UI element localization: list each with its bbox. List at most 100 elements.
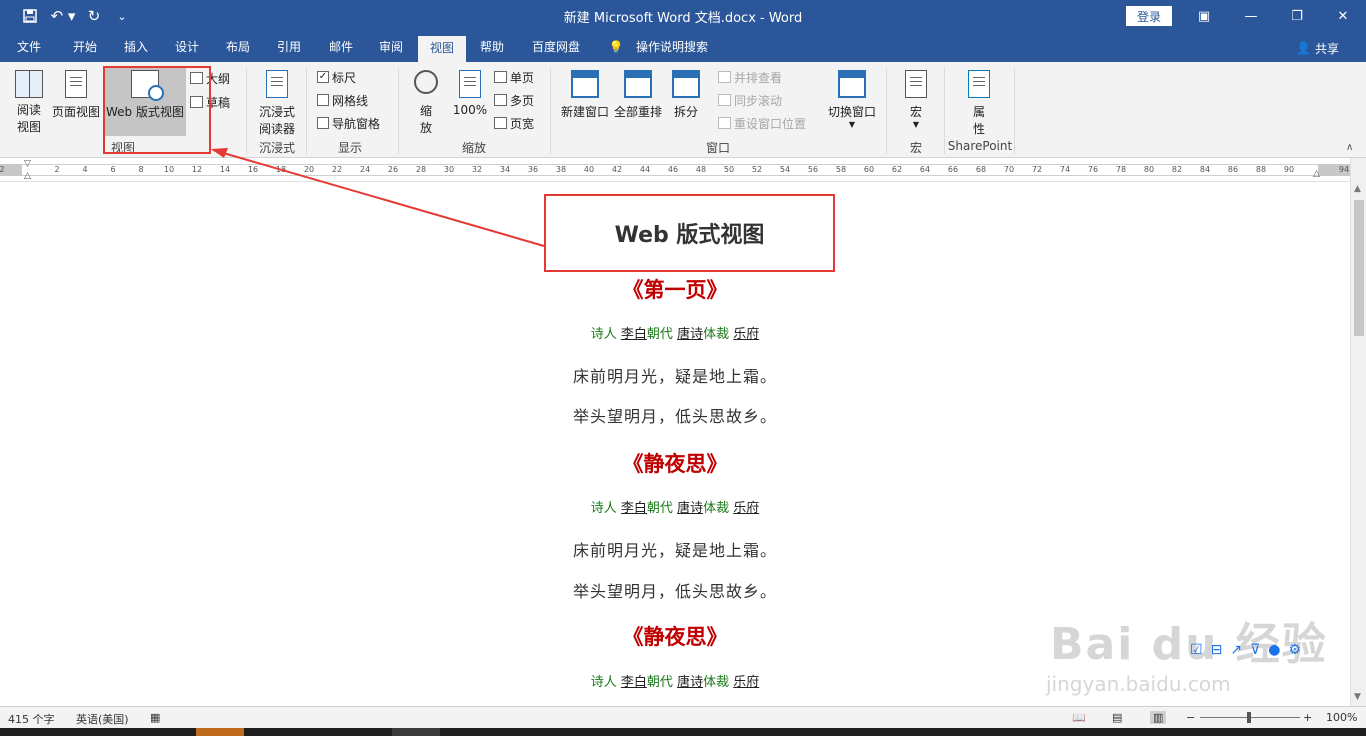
split-button[interactable]: 拆分 — [668, 70, 704, 120]
group-label-show: 显示 — [337, 141, 362, 155]
arrange-all-button[interactable]: 全部重排 — [612, 70, 664, 120]
poem-meta: 诗人 李白朝代 唐诗体裁 乐府 — [590, 327, 760, 342]
new-window-button[interactable]: 新建窗口 — [558, 70, 612, 120]
collapse-ribbon-icon[interactable]: ∧ — [1346, 142, 1353, 153]
poem-line: 举头望明月，低头思故乡。 — [572, 582, 777, 601]
reset-window-icon — [718, 117, 731, 129]
undo-icon[interactable]: ↶ ▾ — [48, 6, 78, 26]
group-label-zoom: 缩放 — [461, 141, 486, 155]
tab-design[interactable]: 设计 — [166, 33, 208, 62]
tab-review[interactable]: 审阅 — [370, 33, 412, 62]
tell-me-search[interactable]: 操作说明搜索 — [630, 33, 714, 62]
view-side-by-side-button[interactable]: 并排查看 — [718, 68, 782, 86]
chevron-down-icon: ▼ — [848, 120, 856, 129]
scroll-up-icon[interactable]: ▲ — [1354, 184, 1361, 194]
login-button[interactable]: 登录 — [1126, 6, 1172, 26]
print-layout-button[interactable]: 页面视图 — [50, 70, 102, 120]
tab-view[interactable]: 视图 — [418, 36, 466, 62]
horizontal-ruler[interactable]: 2 2 4 6 8 10 12 14 16 18 20 22 24 26 28 30 32 34 36 38 40 42 4… — [0, 158, 1366, 182]
ruler-tick-label: 20 — [303, 165, 315, 174]
sharepoint-properties-icon — [968, 70, 990, 98]
ruler-tick-label: 8 — [138, 165, 144, 174]
print-layout-status-icon[interactable]: ▤ — [1112, 711, 1122, 724]
minimize-icon[interactable]: — — [1239, 5, 1263, 27]
comment-icon[interactable]: ⊟ — [1211, 642, 1223, 658]
vertical-scrollbar[interactable]: ▲ ▼ — [1350, 158, 1366, 706]
tab-mailings[interactable]: 邮件 — [320, 33, 362, 62]
switch-windows-button[interactable]: 切换窗口 ▼ — [826, 70, 878, 129]
language-indicator[interactable]: 英语(美国) — [76, 711, 129, 727]
split-icon — [672, 70, 700, 98]
save-icon[interactable] — [20, 6, 40, 26]
poem-meta: 诗人 李白朝代 唐诗体裁 乐府 — [590, 501, 760, 516]
share-icon[interactable]: ↗ — [1230, 642, 1242, 658]
right-indent-marker[interactable]: △ — [1313, 169, 1320, 179]
customize-toolbar-icon[interactable]: ⌄ — [114, 6, 130, 26]
zoom-100-button[interactable]: 100% — [452, 70, 488, 117]
close-icon[interactable]: ✕ — [1331, 5, 1355, 27]
ruler-tick-label: 16 — [247, 165, 259, 174]
tab-layout[interactable]: 布局 — [218, 33, 258, 62]
properties-button[interactable]: 属 性 — [962, 70, 996, 137]
window-title: 新建 Microsoft Word 文档.docx - Word — [563, 11, 803, 26]
ruler-tick-label: 4 — [82, 165, 88, 174]
zoom-100-icon — [459, 70, 481, 98]
ruler-tick-label: 42 — [611, 165, 623, 174]
poem-line: 床前明月光，疑是地上霜。 — [572, 367, 777, 386]
ruler-tick-label: 52 — [751, 165, 763, 174]
navigation-pane-checkbox[interactable]: 导航窗格 — [317, 114, 380, 132]
ruler-tick-label: 86 — [1227, 165, 1239, 174]
poem-line: 举头望明月，低头思故乡。 — [572, 407, 777, 426]
multiple-pages-icon — [494, 94, 507, 106]
poem-title: 《第一页》 — [622, 277, 728, 302]
one-page-button[interactable]: 单页 — [494, 68, 534, 86]
redo-icon[interactable]: ↻ — [84, 6, 104, 26]
arrange-all-icon — [624, 70, 652, 98]
tab-references[interactable]: 引用 — [268, 33, 310, 62]
read-mode-button[interactable]: 阅读 视图 — [12, 70, 46, 135]
macro-record-icon[interactable]: ▦ — [150, 711, 160, 724]
multiple-pages-button[interactable]: 多页 — [494, 91, 534, 109]
filter-icon[interactable]: ⊽ — [1250, 642, 1260, 658]
gridlines-checkbox[interactable]: 网格线 — [317, 91, 368, 109]
tab-home[interactable]: 开始 — [62, 33, 108, 62]
poem-title: 《静夜思》 — [622, 624, 728, 649]
zoom-slider-thumb[interactable] — [1247, 712, 1251, 723]
synchronous-scrolling-button[interactable]: 同步滚动 — [718, 91, 782, 109]
macros-button[interactable]: 宏 ▼ — [898, 70, 934, 129]
hanging-indent-marker[interactable]: △ — [24, 171, 31, 181]
status-bar: 415 个字 英语(美国) ▦ 📖 ▤ ▥ − + 100% — [0, 706, 1366, 728]
macro-icon — [905, 70, 927, 98]
share-button[interactable]: 👤 共享 — [1296, 39, 1339, 57]
zoom-in-icon[interactable]: + — [1303, 711, 1312, 724]
separator — [944, 68, 945, 154]
tab-insert[interactable]: 插入 — [114, 33, 158, 62]
group-label-macros: 宏 — [909, 141, 922, 155]
zoom-level[interactable]: 100% — [1326, 711, 1357, 724]
reset-window-position-button[interactable]: 重设窗口位置 — [718, 114, 806, 132]
read-mode-status-icon[interactable]: 📖 — [1072, 711, 1086, 724]
web-layout-status-icon[interactable]: ▥ — [1150, 711, 1167, 724]
ruler-tick-label: 30 — [443, 165, 455, 174]
tab-help[interactable]: 帮助 — [472, 33, 512, 62]
ruler-checkbox[interactable]: ✓ 标尺 — [317, 68, 356, 86]
immersive-reader-button[interactable]: 沉浸式 阅读器 — [254, 70, 300, 137]
tab-file[interactable]: 文件 — [8, 33, 50, 62]
user-icon[interactable]: ● — [1268, 642, 1280, 658]
zoom-out-icon[interactable]: − — [1186, 711, 1195, 724]
scroll-down-icon[interactable]: ▼ — [1354, 692, 1361, 702]
ribbon-display-icon[interactable]: ▣ — [1192, 5, 1216, 27]
floating-toolbar: ☑ ⊟ ↗ ⊽ ● ⚙ — [1190, 642, 1301, 658]
page-width-button[interactable]: 页宽 — [494, 114, 534, 132]
ruler-tick-label: 72 — [1031, 165, 1043, 174]
first-line-indent-marker[interactable]: ▽ — [24, 159, 31, 169]
tab-baidu-netdisk[interactable]: 百度网盘 — [524, 33, 588, 62]
settings-icon[interactable]: ⚙ — [1289, 642, 1302, 658]
word-count[interactable]: 415 个字 — [8, 711, 55, 727]
restore-icon[interactable]: ❐ — [1285, 5, 1309, 27]
edit-icon[interactable]: ☑ — [1190, 642, 1203, 658]
zoom-button[interactable]: 缩 放 — [408, 70, 444, 136]
ruler-tick-label: 28 — [415, 165, 427, 174]
scrollbar-thumb[interactable] — [1354, 200, 1364, 336]
one-page-icon — [494, 71, 507, 83]
